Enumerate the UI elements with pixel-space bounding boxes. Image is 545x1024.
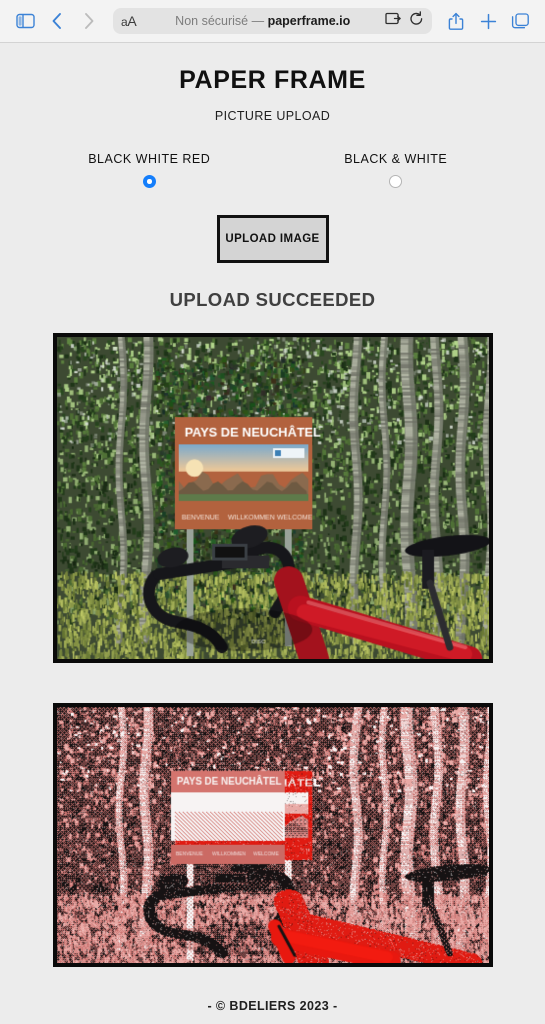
original-photo [52, 333, 493, 663]
page-title: PAPER FRAME [179, 66, 366, 94]
security-status-label: Non sécurisé — [175, 14, 268, 28]
url-label: Non sécurisé — paperframe.io [140, 14, 385, 28]
url-domain: paperframe.io [267, 14, 351, 28]
tabs-icon[interactable] [505, 6, 535, 36]
extension-icon[interactable] [385, 11, 402, 31]
browser-toolbar: aA Non sécurisé — paperframe.io [0, 0, 545, 43]
text-size-button[interactable]: aA [121, 13, 140, 29]
radio-label-black-white: BLACK & WHITE [344, 152, 448, 166]
forward-button [74, 6, 104, 36]
address-bar-actions [385, 10, 424, 32]
text-size-label-large: A [127, 13, 137, 29]
page-subtitle: PICTURE UPLOAD [214, 109, 331, 123]
original-photo-canvas [56, 337, 489, 659]
color-mode-options: BLACK WHITE RED BLACK & WHITE [0, 152, 545, 188]
radio-input-black-white-red[interactable] [142, 175, 156, 188]
share-icon[interactable] [441, 6, 471, 36]
radio-label-black-white-red: BLACK WHITE RED [88, 152, 211, 166]
sidebar-icon[interactable] [10, 6, 40, 36]
processed-photo-canvas [56, 707, 489, 963]
upload-status-message: UPLOAD SUCCEEDED [169, 289, 376, 310]
radio-input-black-white[interactable] [389, 175, 403, 188]
address-bar[interactable]: aA Non sécurisé — paperframe.io [113, 8, 432, 34]
back-button[interactable] [42, 6, 72, 36]
plus-icon[interactable] [473, 6, 503, 36]
upload-image-button[interactable]: UPLOAD IMAGE [216, 215, 329, 263]
processed-photo [52, 703, 493, 967]
radio-option-black-white[interactable]: BLACK & WHITE [273, 152, 520, 188]
radio-option-black-white-red[interactable]: BLACK WHITE RED [26, 152, 273, 188]
footer-copyright: - © BDELIERS 2023 - [207, 999, 338, 1013]
reload-icon[interactable] [409, 10, 424, 32]
web-page-content: PAPER FRAME PICTURE UPLOAD BLACK WHITE R… [0, 43, 545, 1024]
